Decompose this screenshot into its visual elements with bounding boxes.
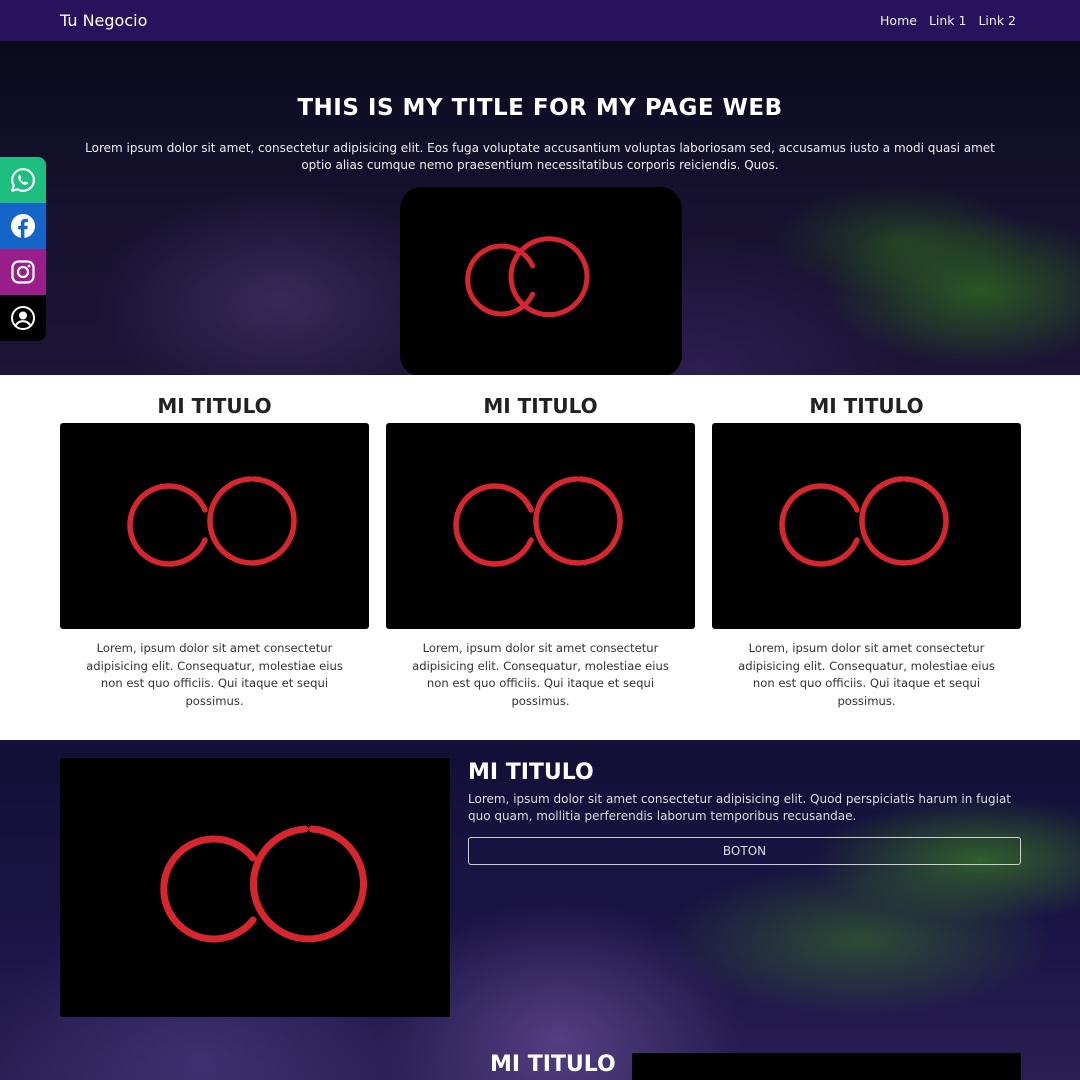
card-title: MI TITULO (809, 394, 924, 418)
card-image (712, 423, 1021, 629)
bottom-title: MI TITULO (490, 1052, 616, 1077)
card: MI TITULO Lorem, ipsum dolor sit amet co… (712, 375, 1021, 710)
card: MI TITULO Lorem, ipsum dolor sit amet co… (386, 375, 695, 710)
instagram-icon (11, 260, 35, 284)
feature-title: MI TITULO (468, 760, 594, 785)
co-logo-icon (160, 825, 367, 943)
hero-logo-image (400, 187, 682, 375)
cards-section: MI TITULO Lorem, ipsum dolor sit amet co… (0, 375, 1080, 740)
nav-link-2[interactable]: Link 2 (978, 13, 1016, 28)
co-logo-icon (465, 236, 590, 318)
hero-title: THIS IS MY TITLE FOR MY PAGE WEB (297, 95, 783, 121)
co-logo-icon (453, 476, 623, 567)
card-image (386, 423, 695, 629)
nav-link-1[interactable]: Link 1 (929, 13, 967, 28)
navbar: Tu Negocio Home Link 1 Link 2 (0, 0, 1080, 41)
card-text: Lorem, ipsum dolor sit amet consectetur … (412, 641, 669, 708)
instagram-button[interactable] (0, 249, 46, 295)
feature-section: MI TITULO Lorem, ipsum dolor sit amet co… (0, 740, 1080, 1080)
card-text: Lorem, ipsum dolor sit amet consectetur … (738, 641, 995, 708)
brand-link[interactable]: Tu Negocio (60, 11, 147, 30)
hero-text: Lorem ipsum dolor sit amet, consectetur … (85, 141, 995, 172)
feature-text: Lorem, ipsum dolor sit amet consectetur … (468, 792, 1011, 823)
card-title: MI TITULO (483, 394, 598, 418)
account-button[interactable] (0, 295, 46, 341)
feature-image (60, 758, 450, 1017)
hero-section: THIS IS MY TITLE FOR MY PAGE WEB Lorem i… (0, 41, 1080, 375)
bottom-image (632, 1053, 1021, 1080)
social-sidebar (0, 157, 46, 341)
nav-link-home[interactable]: Home (880, 13, 917, 28)
card-text: Lorem, ipsum dolor sit amet consectetur … (86, 641, 343, 708)
co-logo-icon (779, 476, 949, 567)
card-title: MI TITULO (157, 394, 272, 418)
card: MI TITULO Lorem, ipsum dolor sit amet co… (60, 375, 369, 710)
account-icon (11, 306, 35, 330)
facebook-button[interactable] (0, 203, 46, 249)
co-logo-icon (127, 476, 297, 567)
whatsapp-button[interactable] (0, 157, 46, 203)
nav-links: Home Link 1 Link 2 (880, 13, 1016, 28)
card-image (60, 423, 369, 629)
whatsapp-icon (11, 168, 35, 192)
feature-button[interactable]: BOTON (468, 837, 1021, 865)
facebook-icon (11, 214, 35, 238)
